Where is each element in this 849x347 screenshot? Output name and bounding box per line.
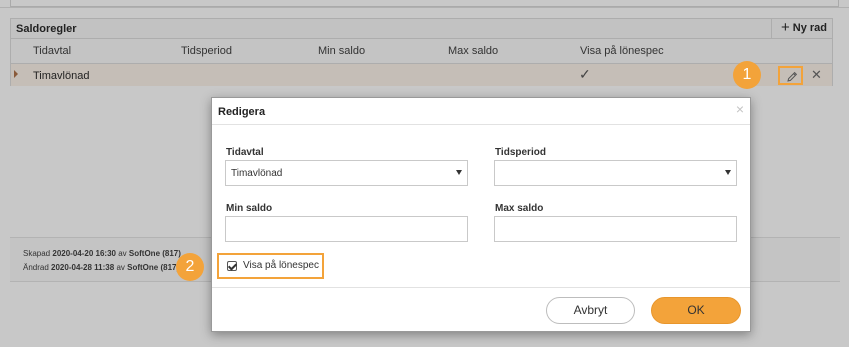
changed-date: 2020-04-28 11:38: [51, 263, 115, 272]
dialog-divider: [212, 287, 750, 288]
saldoregler-panel: Saldoregler + Ny rad Tidavtal Tidsperiod …: [10, 18, 833, 86]
edit-button[interactable]: [778, 66, 803, 85]
cancel-button[interactable]: Avbryt: [546, 297, 635, 324]
step-badge-1: 1: [733, 61, 761, 89]
tidavtal-label: Tidavtal: [226, 147, 264, 158]
delete-row-icon[interactable]: ✕: [811, 67, 822, 83]
changed-by-label: av: [116, 263, 125, 272]
chevron-down-icon: [725, 170, 731, 175]
pencil-icon: [787, 71, 798, 82]
created-date: 2020-04-20 16:30: [52, 249, 116, 258]
tidavtal-value: Timavlönad: [231, 168, 283, 179]
panel-title: Saldoregler: [16, 23, 77, 35]
checkmark-icon: ✓: [579, 66, 591, 82]
grid-header: Tidavtal Tidsperiod Min saldo Max saldo …: [11, 39, 832, 64]
visa-pa-lonespec-label[interactable]: Visa på lönespec: [243, 260, 319, 271]
panel-header: Saldoregler + Ny rad: [11, 19, 832, 39]
column-visa-pa-lonespec[interactable]: Visa på lönespec: [580, 45, 664, 57]
tidavtal-select[interactable]: Timavlönad: [225, 160, 468, 186]
column-max-saldo[interactable]: Max saldo: [448, 45, 498, 57]
max-saldo-input[interactable]: [494, 216, 737, 242]
visa-pa-lonespec-checkbox[interactable]: [227, 261, 237, 271]
chevron-down-icon: [456, 170, 462, 175]
column-tidavtal[interactable]: Tidavtal: [33, 45, 71, 57]
dialog-title: Redigera: [218, 106, 266, 118]
created-label: Skapad: [23, 249, 51, 258]
created-line: Skapad 2020-04-20 16:30 av SoftOne (817): [23, 249, 181, 258]
visa-pa-lonespec-highlight: Visa på lönespec: [217, 253, 324, 279]
created-by: SoftOne (817): [128, 249, 181, 258]
step-badge-2: 2: [176, 253, 204, 281]
min-saldo-label: Min saldo: [226, 203, 273, 214]
plus-icon: +: [781, 19, 790, 36]
table-row[interactable]: Timavlönad ✓ ✕: [11, 64, 832, 86]
tidsperiod-select[interactable]: [494, 160, 737, 186]
close-icon[interactable]: ×: [736, 101, 744, 117]
row-tidavtal: Timavlönad: [33, 70, 90, 82]
add-row-button[interactable]: + Ny rad: [771, 19, 832, 39]
edit-dialog: Redigera × Tidavtal Timavlönad Tidsperio…: [211, 97, 751, 332]
changed-line: Ändrad 2020-04-28 11:38 av SoftOne (817): [23, 263, 179, 272]
changed-label: Ändrad: [23, 263, 49, 272]
created-by-label: av: [118, 249, 127, 258]
add-row-label: Ny rad: [792, 22, 828, 34]
tidsperiod-label: Tidsperiod: [495, 147, 546, 158]
min-saldo-input[interactable]: [225, 216, 468, 242]
dialog-header: Redigera ×: [212, 98, 750, 125]
column-tidsperiod[interactable]: Tidsperiod: [181, 45, 232, 57]
changed-by: SoftOne (817): [127, 263, 180, 272]
ok-button[interactable]: OK: [651, 297, 741, 324]
column-min-saldo[interactable]: Min saldo: [318, 45, 365, 57]
top-strip: [0, 0, 849, 8]
expand-caret-icon[interactable]: [14, 70, 18, 78]
max-saldo-label: Max saldo: [495, 203, 544, 214]
